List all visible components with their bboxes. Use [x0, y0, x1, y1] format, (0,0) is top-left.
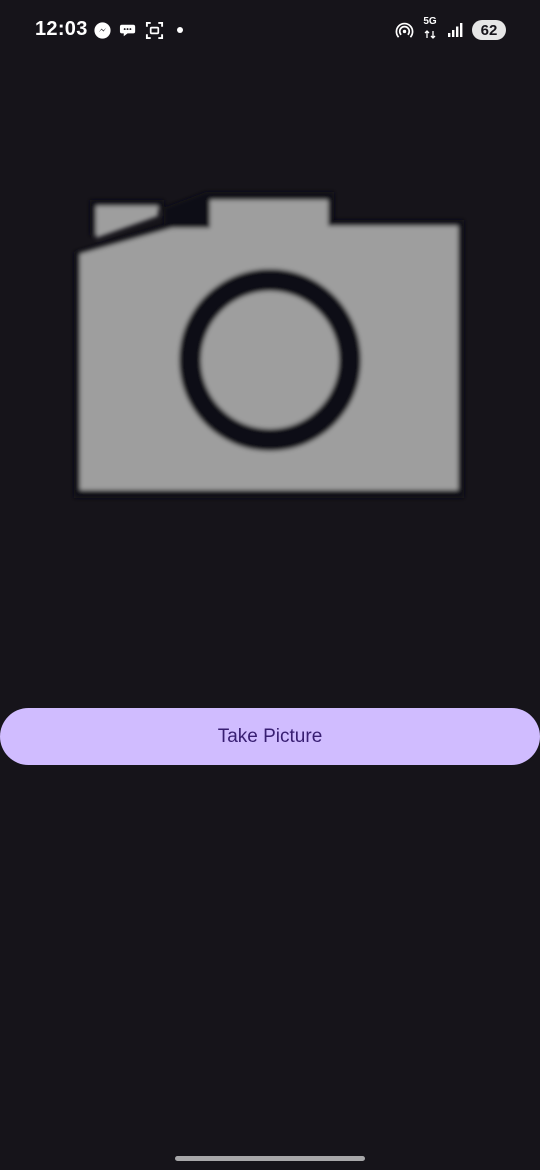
hotspot-icon	[394, 20, 414, 40]
take-picture-button[interactable]: Take Picture	[0, 708, 540, 765]
screenshot-icon	[144, 20, 164, 40]
status-time: 12:03	[35, 18, 88, 40]
screen: 12:03 5G 62 Take Picture	[0, 0, 540, 1170]
gesture-nav-handle[interactable]	[175, 1156, 365, 1161]
messenger-icon	[92, 20, 112, 40]
system-icons: 5G 62	[394, 15, 506, 41]
signal-icon	[446, 20, 466, 40]
status-bar: 12:03 5G 62	[0, 0, 540, 62]
network-type-label: 5G	[423, 15, 437, 27]
dot-icon	[170, 20, 190, 40]
chat-bubble-icon	[118, 20, 138, 40]
camera-icon	[60, 170, 480, 510]
5g-data-icon: 5G	[420, 15, 440, 40]
battery-indicator: 62	[472, 20, 506, 40]
notification-icons	[92, 19, 190, 41]
